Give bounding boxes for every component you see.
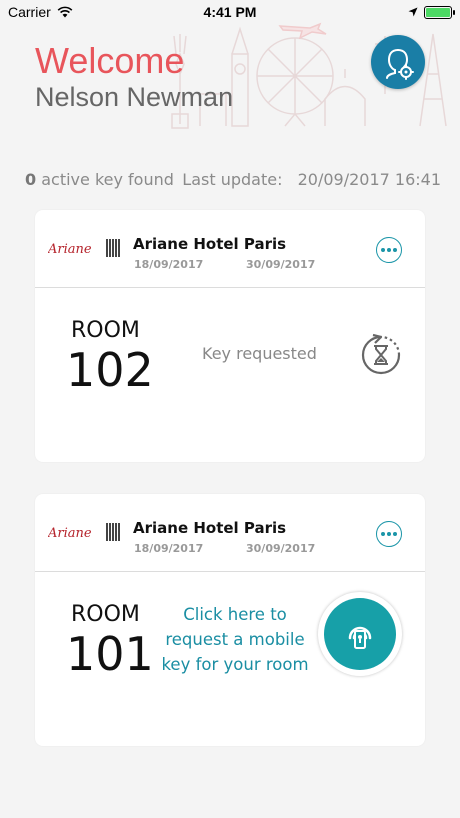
booking-card-header: Ariane Ariane Hotel Paris 18/09/2017 30/… [35,494,425,572]
user-settings-icon [386,49,414,80]
welcome-heading: Welcome [35,40,185,81]
check-in-date: 18/09/2017 [134,542,204,555]
wifi-icon [57,6,73,18]
profile-settings-button[interactable] [371,35,425,89]
room-label: ROOM [71,602,140,627]
key-info-row: 0 active key found Last update: 20/09/20… [25,170,445,190]
hotel-name: Ariane Hotel Paris [133,519,287,537]
request-key-link[interactable]: Click here to request a mobile key for y… [157,602,313,677]
request-key-button[interactable] [318,592,402,676]
hourglass-pending-icon [361,333,401,375]
ellipsis-icon [381,248,385,252]
svg-text:Ariane: Ariane [48,242,92,257]
last-update-time: 20/09/2017 16:41 [297,170,441,189]
booking-card[interactable]: Ariane Ariane Hotel Paris 18/09/2017 30/… [35,494,425,746]
last-update-label: Last update: [182,170,283,189]
booking-card[interactable]: Ariane Ariane Hotel Paris 18/09/2017 30/… [35,210,425,462]
svg-text:Ariane: Ariane [48,526,92,541]
check-out-date: 30/09/2017 [246,542,316,555]
mobile-key-icon [348,626,372,649]
booking-card-header: Ariane Ariane Hotel Paris 18/09/2017 30/… [35,210,425,288]
room-number: 101 [66,627,154,681]
more-options-button[interactable] [376,521,402,547]
ariane-hotel-logo: Ariane [48,523,120,541]
active-key-count: 0 [25,170,37,189]
carrier-label: Carrier [8,4,51,20]
hotel-name: Ariane Hotel Paris [133,235,287,253]
key-status: Key requested [202,344,317,363]
ellipsis-icon [381,532,385,536]
check-out-date: 30/09/2017 [246,258,316,271]
check-in-date: 18/09/2017 [134,258,204,271]
active-key-label: active key found [41,170,174,189]
room-number: 102 [66,343,154,397]
room-label: ROOM [71,318,140,343]
user-name: Nelson Newman [35,82,234,112]
more-options-button[interactable] [376,237,402,263]
ariane-hotel-logo: Ariane [48,239,120,257]
